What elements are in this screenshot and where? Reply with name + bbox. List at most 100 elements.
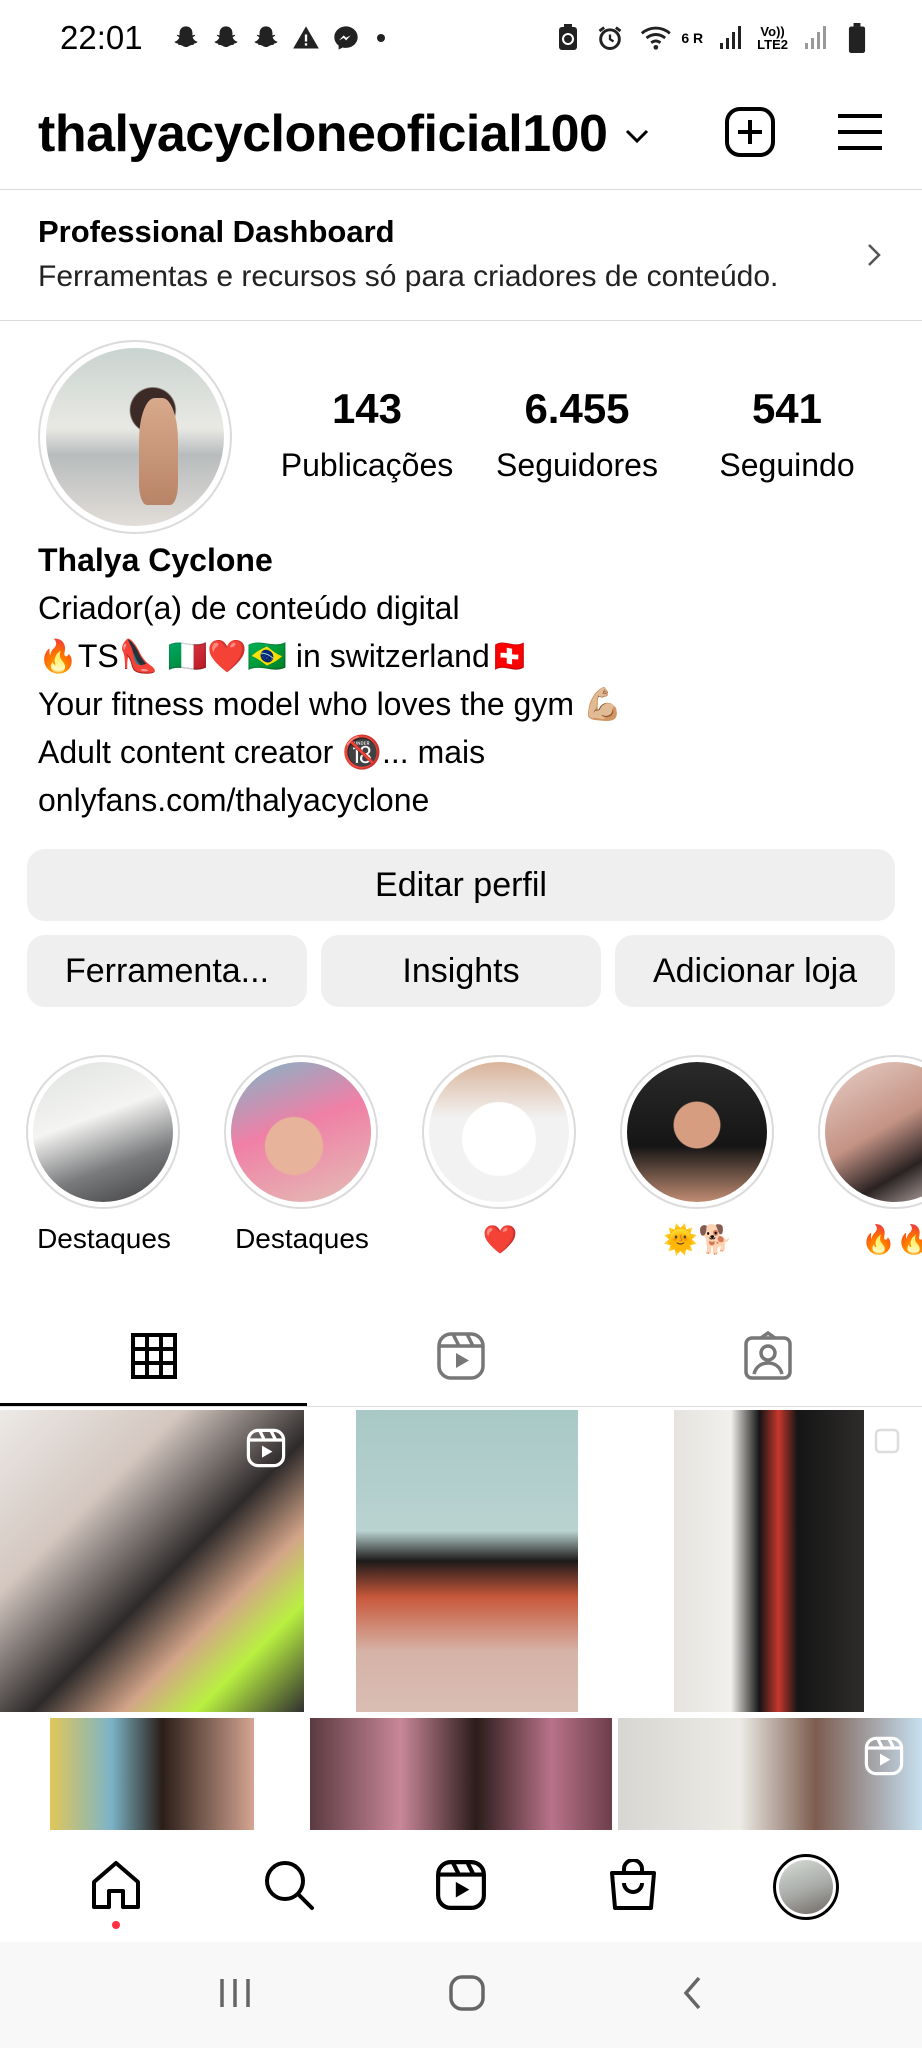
highlight-label: Destaques (37, 1223, 171, 1254)
status-time: 22:01 (60, 19, 143, 56)
signal-icon (715, 23, 745, 53)
stat-following[interactable]: 541 Seguindo (682, 385, 892, 484)
story-highlights: Destaques Destaques ❤️ 🌞🐕 🔥🔥 (26, 1055, 922, 1265)
stat-followers[interactable]: 6.455 Seguidores (472, 385, 682, 484)
profile-bio: Thalya Cyclone Criador(a) de conteúdo di… (38, 536, 898, 824)
highlight-item[interactable]: Destaques (224, 1055, 380, 1255)
profile-stats: 143 Publicações 6.455 Seguidores 541 Seg… (262, 385, 892, 484)
post-thumbnail[interactable] (618, 1718, 922, 1830)
nav-shop[interactable] (593, 1847, 673, 1927)
wifi-icon (637, 23, 677, 53)
bio-line-more[interactable]: Adult content creator 🔞... mais (38, 728, 898, 776)
post-thumbnail[interactable] (674, 1410, 864, 1712)
chevron-right-icon (866, 242, 882, 273)
username-title[interactable]: thalyacycloneoficial100 (38, 104, 608, 164)
highlight-label: 🔥🔥 (861, 1224, 922, 1255)
system-nav-bar (0, 1942, 922, 2048)
profile-tabs (0, 1310, 922, 1406)
tab-tagged[interactable] (614, 1310, 921, 1406)
highlight-image (33, 1062, 173, 1202)
tab-posts-grid[interactable] (0, 1310, 307, 1406)
lte-bottom: LTE2 (757, 37, 788, 52)
highlight-ring (224, 1055, 378, 1209)
profile-name: Thalya Cyclone (38, 542, 273, 578)
nav-home[interactable] (76, 1847, 156, 1929)
reel-icon (246, 1428, 286, 1468)
profile-header: thalyacycloneoficial100 (0, 84, 922, 184)
snapchat-icon (211, 23, 241, 53)
warning-icon (291, 23, 321, 53)
posts-grid (0, 1408, 922, 1830)
stat-value: 143 (331, 385, 403, 432)
tools-button[interactable]: Ferramenta... (27, 935, 307, 1007)
menu-icon[interactable] (836, 112, 884, 157)
highlight-label: ❤️ (482, 1224, 518, 1255)
dashboard-subtitle: Ferramentas e recursos só para criadores… (38, 260, 779, 293)
stat-label: Publicações (280, 447, 454, 483)
divider (0, 320, 922, 321)
recent-apps-icon[interactable] (217, 1976, 253, 2015)
reels-icon (435, 1859, 487, 1916)
tab-reels[interactable] (307, 1310, 614, 1406)
profile-avatar-small (772, 1854, 839, 1920)
post-thumbnail[interactable] (310, 1718, 612, 1830)
professional-dashboard[interactable]: Professional Dashboard Ferramentas e rec… (0, 190, 922, 320)
snapchat-icon (251, 23, 281, 53)
highlight-item[interactable]: Destaques (26, 1055, 182, 1255)
status-bar: 22:01 6 R Vo)) LTE2 (0, 0, 922, 76)
highlight-image (429, 1062, 569, 1202)
highlight-image (627, 1062, 767, 1202)
battery-icon (842, 23, 872, 53)
highlight-item[interactable]: 🔥🔥 (818, 1055, 922, 1256)
notification-dot (112, 1921, 121, 1929)
profile-avatar[interactable] (38, 340, 232, 534)
status-left: 22:01 (60, 19, 385, 57)
highlight-label: 🌞🐕 (663, 1224, 733, 1255)
dashboard-title: Professional Dashboard (38, 214, 395, 249)
post-thumbnail[interactable] (356, 1410, 578, 1712)
highlight-ring (620, 1055, 774, 1209)
header-actions (724, 106, 884, 163)
stat-label: Seguindo (719, 447, 855, 483)
snapchat-icon (171, 23, 201, 53)
stat-value: 6.455 (524, 385, 630, 432)
messenger-icon (331, 23, 361, 53)
highlight-item[interactable]: 🌞🐕 (620, 1055, 776, 1256)
post-thumbnail[interactable] (50, 1718, 254, 1830)
divider (0, 1406, 922, 1407)
chevron-down-icon[interactable] (623, 127, 651, 150)
highlight-image (231, 1062, 371, 1202)
bio-line: Your fitness model who loves the gym 💪🏼 (38, 686, 623, 722)
post-thumbnail[interactable] (0, 1410, 304, 1712)
create-post-icon[interactable] (724, 106, 776, 163)
grid-icon (130, 1332, 177, 1384)
home-icon (90, 1860, 142, 1915)
stat-value: 541 (751, 385, 823, 432)
bottom-nav (0, 1832, 922, 1942)
highlight-image (825, 1062, 922, 1202)
nav-reels[interactable] (421, 1847, 501, 1927)
search-icon (263, 1859, 315, 1916)
nav-search[interactable] (249, 1847, 329, 1927)
profile-category: Criador(a) de conteúdo digital (38, 590, 460, 626)
highlight-ring (818, 1055, 922, 1209)
stat-posts[interactable]: 143 Publicações (262, 385, 472, 484)
highlight-item[interactable]: ❤️ (422, 1055, 578, 1256)
battery-saver-icon (553, 23, 583, 53)
avatar-image (46, 348, 224, 526)
shopping-bag-icon (608, 1857, 658, 1916)
lte-indicator: Vo)) LTE2 (757, 25, 788, 51)
alarm-icon (595, 23, 625, 53)
insights-button[interactable]: Insights (321, 935, 601, 1007)
highlight-label: Destaques (235, 1223, 369, 1254)
add-shop-button[interactable]: Adicionar loja (615, 935, 895, 1007)
reels-icon (436, 1331, 486, 1386)
signal-label: 6 R (681, 30, 704, 46)
carousel-icon (874, 1428, 904, 1463)
bio-link[interactable]: onlyfans.com/thalyacyclone (38, 776, 898, 824)
back-icon[interactable] (681, 1975, 705, 2016)
home-button-icon[interactable] (448, 1974, 486, 2017)
nav-profile[interactable] (766, 1847, 846, 1927)
edit-profile-button[interactable]: Editar perfil (27, 849, 895, 921)
stat-label: Seguidores (496, 447, 658, 483)
